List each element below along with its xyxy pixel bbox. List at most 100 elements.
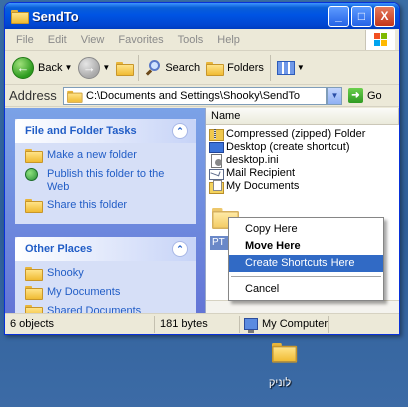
menu-bar: File Edit View Favorites Tools Help: [5, 29, 399, 51]
status-location-label: My Computer: [262, 317, 329, 330]
globe-icon: [25, 168, 41, 182]
back-button[interactable]: ← Back ▼: [9, 55, 75, 81]
place-label: Shooky: [47, 267, 84, 279]
folders-label: Folders: [227, 61, 264, 74]
desktop-icon: [209, 141, 224, 153]
menu-edit[interactable]: Edit: [41, 34, 74, 46]
back-arrow-icon: ←: [12, 56, 34, 79]
column-header: Name: [206, 108, 399, 125]
go-button[interactable]: Go: [367, 90, 382, 102]
computer-icon: [244, 318, 258, 333]
task-publish-folder[interactable]: Publish this folder to the Web: [25, 168, 188, 194]
menu-item-move-here[interactable]: Move Here: [229, 238, 383, 255]
column-name-header[interactable]: Name: [206, 108, 399, 125]
forward-arrow-icon: →: [78, 56, 101, 79]
collapse-chevron-icon[interactable]: ⌃: [172, 123, 188, 139]
panel-title: File and Folder Tasks: [25, 125, 137, 137]
menu-item-copy-here[interactable]: Copy Here: [229, 221, 383, 238]
file-name: Desktop (create shortcut): [226, 140, 350, 153]
other-places-panel: Other Places ⌃ Shooky My Documents Share…: [15, 237, 196, 313]
go-arrow-icon[interactable]: ➜: [348, 88, 363, 103]
zip-folder-icon: [209, 128, 224, 141]
toolbar-separator: [269, 54, 271, 81]
horizontal-scrollbar[interactable]: [206, 300, 399, 313]
status-bar: 6 objects 181 bytes My Computer: [5, 313, 399, 334]
place-my-documents[interactable]: My Documents: [25, 286, 188, 300]
menu-item-cancel[interactable]: Cancel: [229, 281, 383, 298]
menu-view[interactable]: View: [74, 34, 112, 46]
folder-icon: [67, 90, 83, 103]
toolbar-separator: [138, 54, 140, 81]
status-size: 181 bytes: [155, 315, 240, 333]
address-label: Address: [9, 88, 57, 103]
window-title: SendTo: [32, 8, 79, 24]
task-label: Share this folder: [47, 199, 128, 211]
panel-title: Other Places: [25, 243, 93, 255]
file-name: Mail Recipient: [226, 166, 296, 179]
back-label: Back: [38, 61, 63, 74]
task-pane: File and Folder Tasks ⌃ Make a new folde…: [5, 108, 205, 313]
folder-icon: [25, 267, 43, 281]
menu-tools[interactable]: Tools: [171, 34, 211, 46]
folder-icon: [11, 9, 29, 24]
desktop-folder-icon[interactable]: לוניק: [252, 343, 308, 389]
file-folder-tasks-header[interactable]: File and Folder Tasks ⌃: [15, 119, 196, 143]
task-label: Make a new folder: [47, 149, 137, 161]
up-folder-button[interactable]: [113, 60, 135, 76]
folders-icon: [206, 61, 225, 76]
place-label: Shared Documents: [47, 305, 142, 313]
address-dropdown-button[interactable]: ▼: [327, 86, 342, 105]
toolbar: ← Back ▼ → ▼ Search Folders ▼: [5, 51, 399, 85]
my-documents-icon: [209, 179, 224, 194]
file-item[interactable]: My Documents: [209, 179, 399, 194]
search-button[interactable]: Search: [142, 57, 203, 78]
address-bar: Address C:\Documents and Settings\Shooky…: [5, 85, 399, 107]
title-bar[interactable]: SendTo _ □ X: [5, 3, 399, 29]
file-item[interactable]: Desktop (create shortcut): [209, 140, 399, 153]
file-name: My Documents: [226, 179, 300, 192]
menu-help[interactable]: Help: [210, 34, 247, 46]
folders-button[interactable]: Folders: [203, 60, 267, 76]
other-places-header[interactable]: Other Places ⌃: [15, 237, 196, 261]
folder-icon: [25, 305, 43, 313]
collapse-chevron-icon[interactable]: ⌃: [172, 241, 188, 257]
new-folder-icon: [25, 149, 43, 163]
up-folder-icon: [116, 61, 135, 76]
task-label: Publish this folder to the Web: [47, 168, 165, 193]
folder-icon: [269, 343, 298, 363]
menu-divider: [231, 276, 381, 277]
views-icon: [276, 60, 295, 75]
status-location: My Computer: [240, 315, 330, 333]
chevron-down-icon[interactable]: ▼: [102, 63, 110, 72]
file-name: desktop.ini: [226, 153, 279, 166]
search-label: Search: [165, 61, 201, 74]
address-path: C:\Documents and Settings\Shooky\SendTo: [86, 89, 301, 102]
ini-file-icon: [209, 153, 223, 168]
chevron-down-icon[interactable]: ▼: [64, 63, 72, 72]
file-name: Compressed (zipped) Folder: [226, 127, 366, 140]
file-item[interactable]: Compressed (zipped) Folder: [209, 127, 399, 141]
maximize-button[interactable]: □: [351, 6, 372, 27]
mail-icon: [209, 167, 224, 180]
status-object-count: 6 objects: [5, 315, 155, 333]
task-make-new-folder[interactable]: Make a new folder: [25, 149, 188, 163]
file-list: Compressed (zipped) Folder Desktop (crea…: [206, 125, 399, 194]
windows-logo-icon: [365, 30, 395, 50]
place-shooky[interactable]: Shooky: [25, 267, 188, 281]
task-share-folder[interactable]: Share this folder: [25, 199, 188, 213]
place-shared-documents[interactable]: Shared Documents: [25, 305, 188, 313]
minimize-button[interactable]: _: [328, 6, 349, 27]
my-documents-icon: [25, 286, 43, 300]
file-item[interactable]: desktop.ini: [209, 153, 399, 168]
chevron-down-icon[interactable]: ▼: [297, 63, 305, 72]
file-item[interactable]: Mail Recipient: [209, 166, 399, 180]
forward-button[interactable]: → ▼: [75, 55, 113, 81]
menu-favorites[interactable]: Favorites: [111, 34, 170, 46]
views-button[interactable]: ▼: [274, 59, 308, 77]
address-input[interactable]: C:\Documents and Settings\Shooky\SendTo: [63, 86, 327, 105]
search-icon: [145, 59, 162, 76]
menu-file[interactable]: File: [9, 34, 41, 46]
close-button[interactable]: X: [374, 6, 395, 27]
share-folder-icon: [25, 199, 43, 213]
menu-item-create-shortcuts-here[interactable]: Create Shortcuts Here: [229, 255, 383, 272]
